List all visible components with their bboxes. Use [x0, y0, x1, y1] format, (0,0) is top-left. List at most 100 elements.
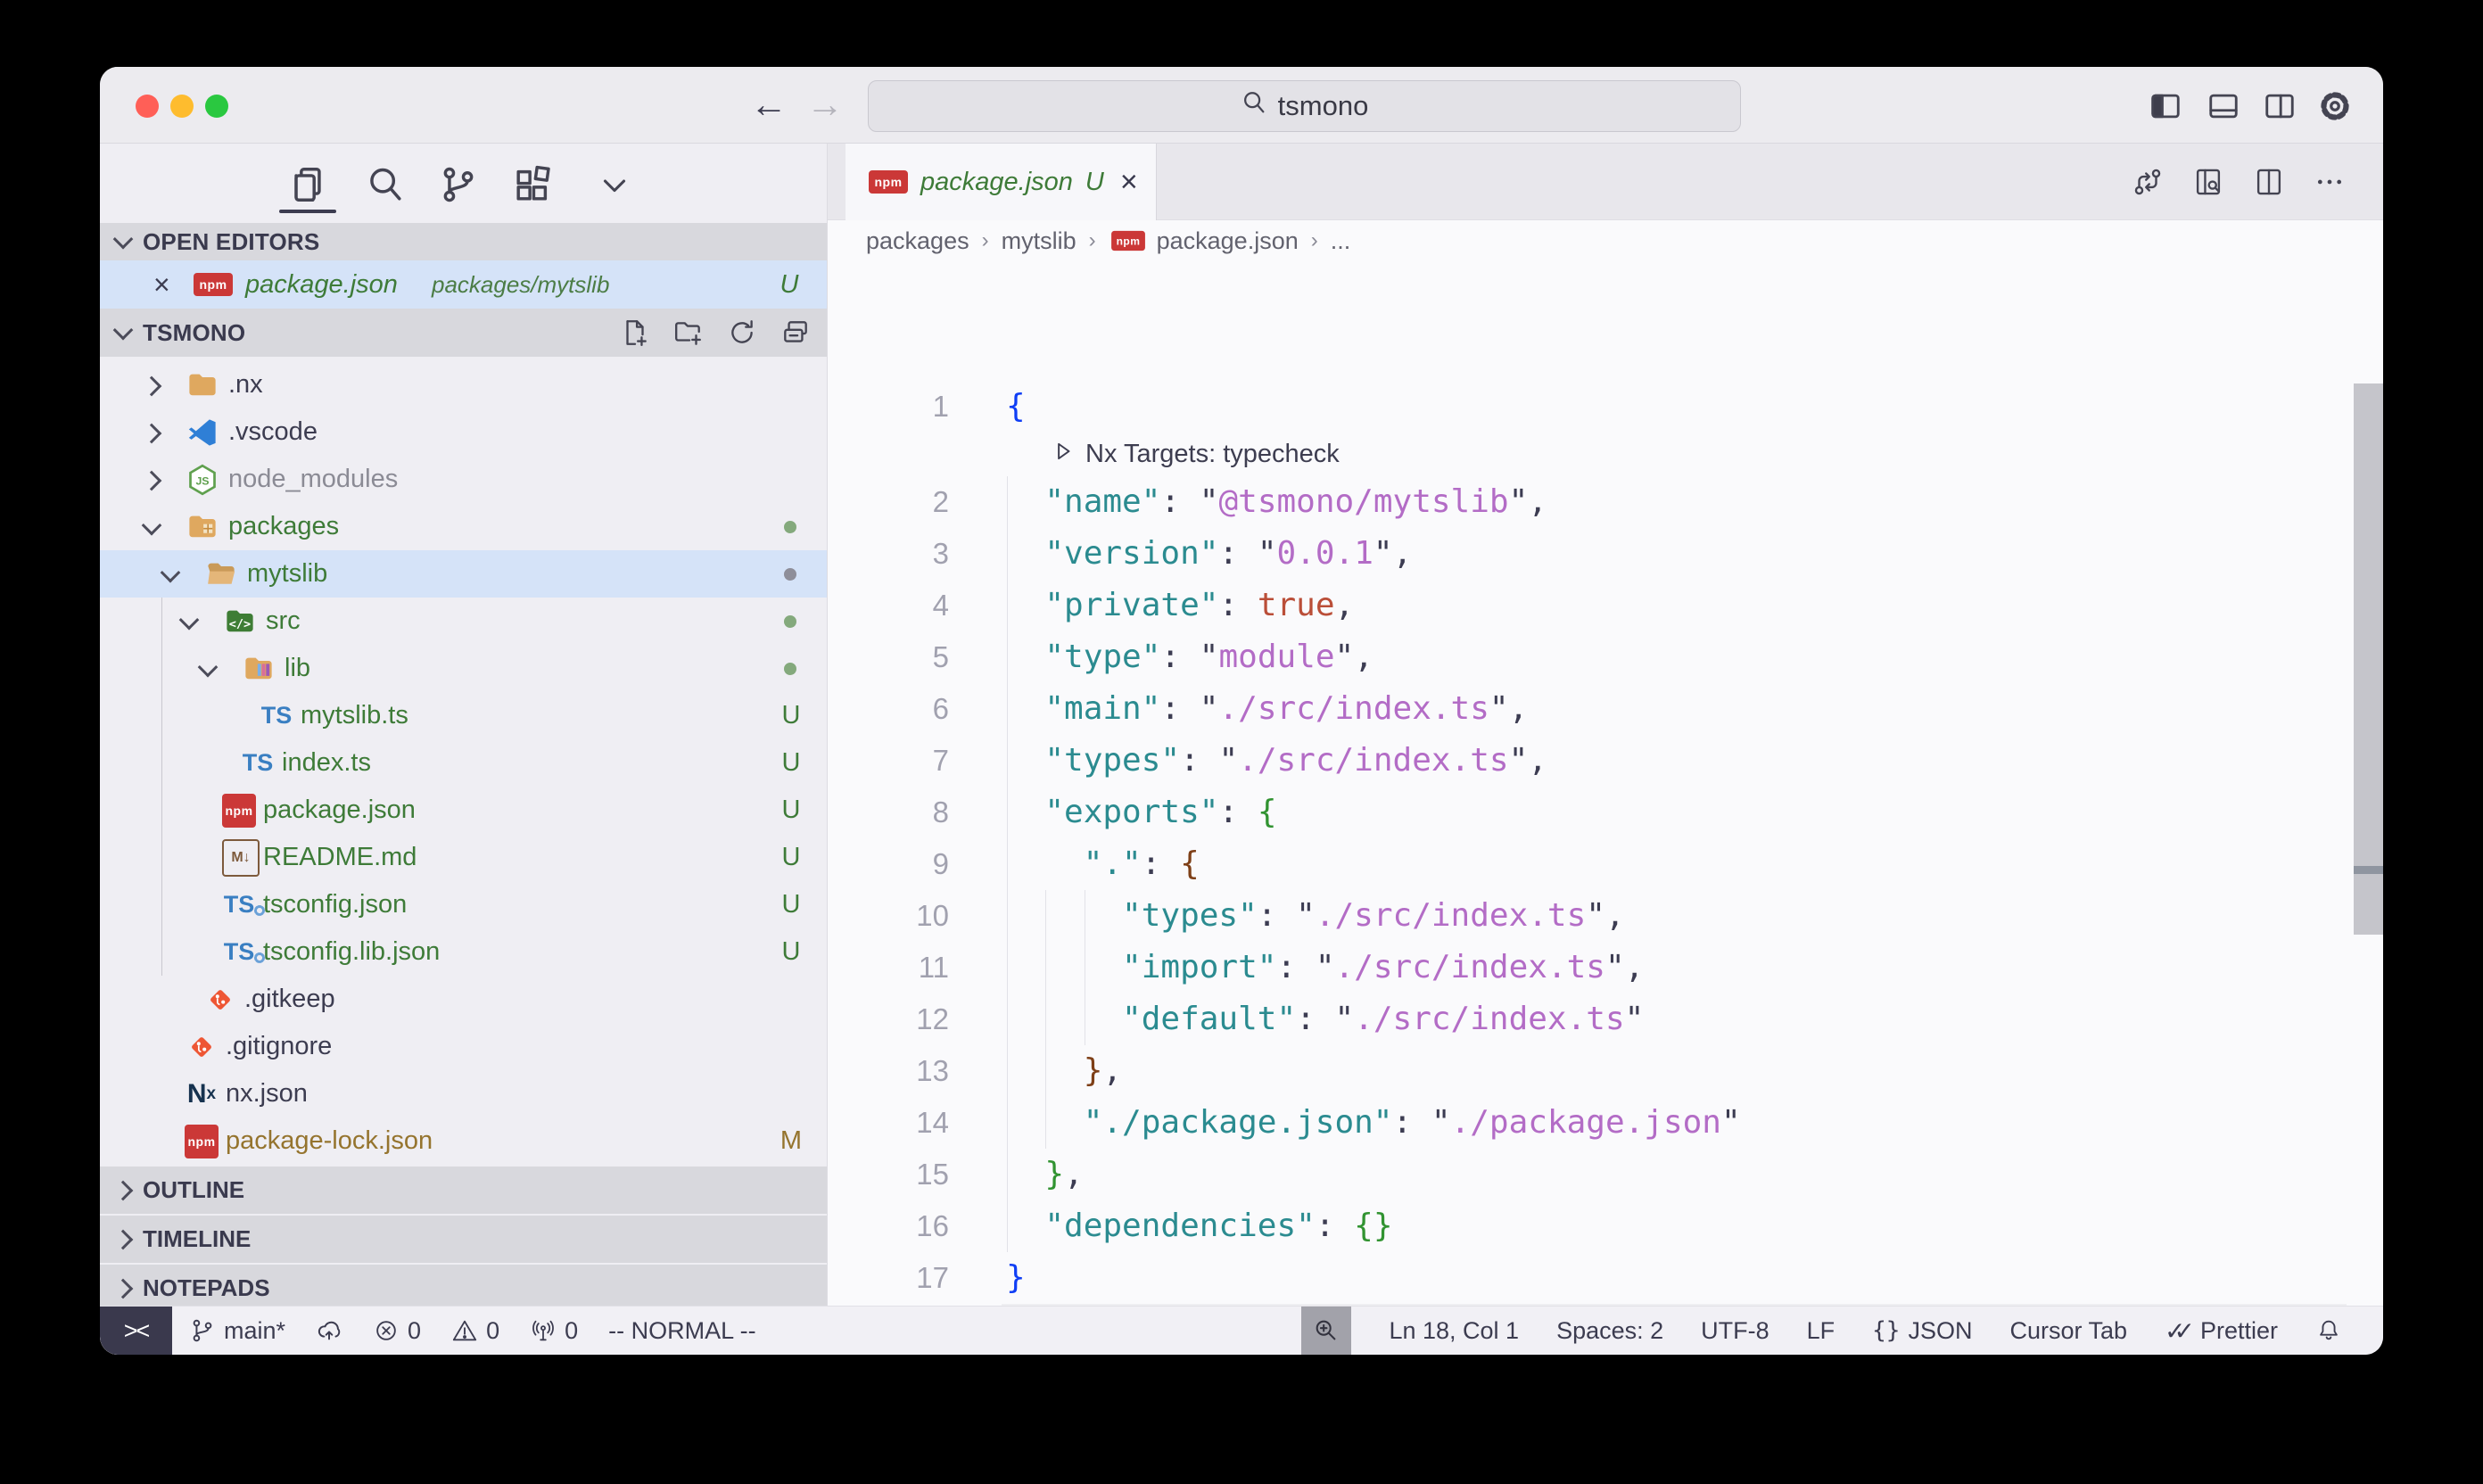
double-check-icon: ✓✓ — [2165, 1316, 2183, 1346]
status-bar-left: main* 0 0 0 -- NORMAL -- — [189, 1307, 756, 1355]
nx-icon: Nx — [185, 1077, 219, 1111]
untracked-badge: U — [773, 881, 809, 928]
close-icon[interactable]: × — [153, 268, 170, 301]
breadcrumb-package-json[interactable]: npmpackage.json — [1109, 227, 1299, 255]
tree-item-index-ts[interactable]: TSindex.tsU — [100, 739, 827, 787]
chevron-down-icon — [179, 610, 200, 631]
code-text: } — [1006, 1252, 1026, 1304]
extensions-icon[interactable] — [507, 160, 557, 210]
sidebar-bottom-sections: OUTLINETIMELINENOTEPADS — [100, 1165, 827, 1312]
npm-icon: npm — [185, 1125, 219, 1158]
breadcrumb--[interactable]: ... — [1331, 227, 1351, 255]
open-preview-icon[interactable] — [2190, 164, 2226, 200]
status-formatter[interactable]: ✓✓Prettier — [2165, 1316, 2278, 1346]
status-notifications[interactable] — [2315, 1317, 2342, 1344]
tree-item--vscode[interactable]: .vscode — [100, 408, 827, 456]
code-text: { — [1006, 381, 1026, 433]
code-text: "types": "./src/index.ts", — [1006, 735, 1547, 787]
tree-item-label: mytslib.ts — [301, 692, 408, 739]
status-sync[interactable] — [316, 1317, 342, 1344]
new-folder-icon[interactable] — [672, 316, 705, 350]
collapse-all-icon[interactable] — [779, 316, 813, 350]
tree-item-node-modules[interactable]: JSnode_modules — [100, 456, 827, 503]
cloud-upload-icon — [316, 1317, 342, 1344]
tree-item-src[interactable]: </>src — [100, 598, 827, 645]
tree-item--gitignore[interactable]: .gitignore — [100, 1023, 827, 1070]
tree-item-readme-md[interactable]: M↓README.mdU — [100, 834, 827, 881]
breadcrumbs: packages›mytslib›npmpackage.json›... — [828, 220, 2383, 261]
source-control-icon[interactable] — [433, 160, 483, 210]
tree-item-mytslib[interactable]: mytslib — [100, 550, 827, 598]
split-editor-icon[interactable] — [2251, 164, 2287, 200]
refresh-icon[interactable] — [725, 316, 759, 350]
command-center-search[interactable]: tsmono — [868, 80, 1741, 132]
zoom-window-button[interactable] — [205, 95, 228, 118]
code-editor[interactable]: Nx Targets: typecheck 1{2 "name": "@tsmo… — [828, 261, 2383, 1307]
status-vim-mode[interactable]: -- NORMAL -- — [608, 1317, 755, 1345]
codelens-nx-targets[interactable]: Nx Targets: typecheck — [1052, 433, 1340, 476]
status-language-mode[interactable]: {}JSON — [1872, 1317, 1972, 1345]
status-problems-errors[interactable]: 0 — [373, 1317, 421, 1345]
status-cursor-tab[interactable]: Cursor Tab — [2009, 1317, 2127, 1345]
chevron-down-icon — [113, 229, 134, 250]
chevron-right-icon — [142, 471, 162, 491]
tree-item--nx[interactable]: .nx — [100, 361, 827, 408]
toggle-sidebar-icon[interactable] — [2146, 88, 2185, 124]
section-timeline[interactable]: TIMELINE — [100, 1214, 827, 1263]
status-text: LF — [1807, 1317, 1835, 1345]
chevron-down-icon[interactable] — [590, 160, 639, 210]
breadcrumb-mytslib[interactable]: mytslib — [1002, 227, 1077, 255]
status-eol[interactable]: LF — [1807, 1317, 1835, 1345]
git-icon — [185, 1030, 219, 1064]
section-outline[interactable]: OUTLINE — [100, 1165, 827, 1214]
tree-item-mytslib-ts[interactable]: TSmytslib.ts U — [100, 692, 827, 739]
npm-icon: npm — [1111, 231, 1145, 251]
remote-indicator[interactable]: >< — [100, 1307, 172, 1355]
tab-package-json[interactable]: npm package.json U × — [846, 144, 1157, 220]
minimize-window-button[interactable] — [170, 95, 194, 118]
status-ports[interactable]: 0 — [530, 1317, 578, 1345]
forward-button[interactable]: → — [803, 78, 847, 131]
diff-editor-icon[interactable] — [2130, 164, 2165, 200]
status-encoding[interactable]: UTF-8 — [1701, 1317, 1769, 1345]
tree-item-tsconfig-json[interactable]: TStsconfig.jsonU — [100, 881, 827, 928]
new-file-icon[interactable] — [618, 316, 652, 350]
back-button[interactable]: ← — [747, 78, 791, 131]
untracked-badge: U — [773, 692, 809, 739]
tree-item-tsconfig-lib-json[interactable]: TStsconfig.lib.jsonU — [100, 928, 827, 976]
status-cursor-position[interactable]: Ln 18, Col 1 — [1389, 1317, 1519, 1345]
status-zoom-indicator[interactable] — [1301, 1307, 1351, 1355]
tree-item-package-json[interactable]: npmpackage.jsonU — [100, 787, 827, 834]
line-number: 9 — [828, 838, 949, 890]
status-problems-warnings[interactable]: 0 — [451, 1317, 499, 1345]
tab-close-icon[interactable]: × — [1120, 167, 1138, 197]
code-text: "type": "module", — [1006, 631, 1373, 683]
tree-item-packages[interactable]: packages — [100, 503, 827, 550]
tree-item-lib[interactable]: lib — [100, 645, 827, 692]
tree-item-nx-json[interactable]: Nxnx.json — [100, 1070, 827, 1117]
status-indentation[interactable]: Spaces: 2 — [1556, 1317, 1663, 1345]
line-number: 2 — [828, 476, 949, 528]
search-icon[interactable] — [360, 160, 410, 210]
explorer-files-icon[interactable] — [283, 160, 333, 210]
tree-item--gitkeep[interactable]: .gitkeep — [100, 976, 827, 1023]
tree-item-label: package.json — [263, 787, 416, 834]
untracked-badge: U — [773, 739, 809, 787]
split-editor-layout-icon[interactable] — [2260, 88, 2299, 124]
section-notepads[interactable]: NOTEPADS — [100, 1263, 827, 1312]
settings-gear-icon[interactable] — [2315, 88, 2355, 124]
breadcrumb-packages[interactable]: packages — [866, 227, 969, 255]
tree-item-package-lock-json[interactable]: npmpackage-lock.jsonM — [100, 1117, 827, 1165]
status-text: 0 — [565, 1317, 578, 1345]
toggle-panel-icon[interactable] — [2204, 88, 2243, 124]
project-header[interactable]: TSMONO — [100, 309, 827, 357]
close-window-button[interactable] — [136, 95, 159, 118]
typescript-icon: TS — [260, 699, 293, 733]
vscode-icon — [186, 416, 219, 449]
open-editors-header[interactable]: OPEN EDITORS — [100, 223, 827, 260]
status-text: Spaces: 2 — [1556, 1317, 1663, 1345]
breadcrumb-separator: › — [982, 228, 989, 253]
status-git-branch[interactable]: main* — [189, 1317, 285, 1345]
open-editor-item[interactable]: × npm package.json packages/mytslib U — [100, 260, 827, 309]
more-actions-icon[interactable] — [2312, 164, 2347, 200]
